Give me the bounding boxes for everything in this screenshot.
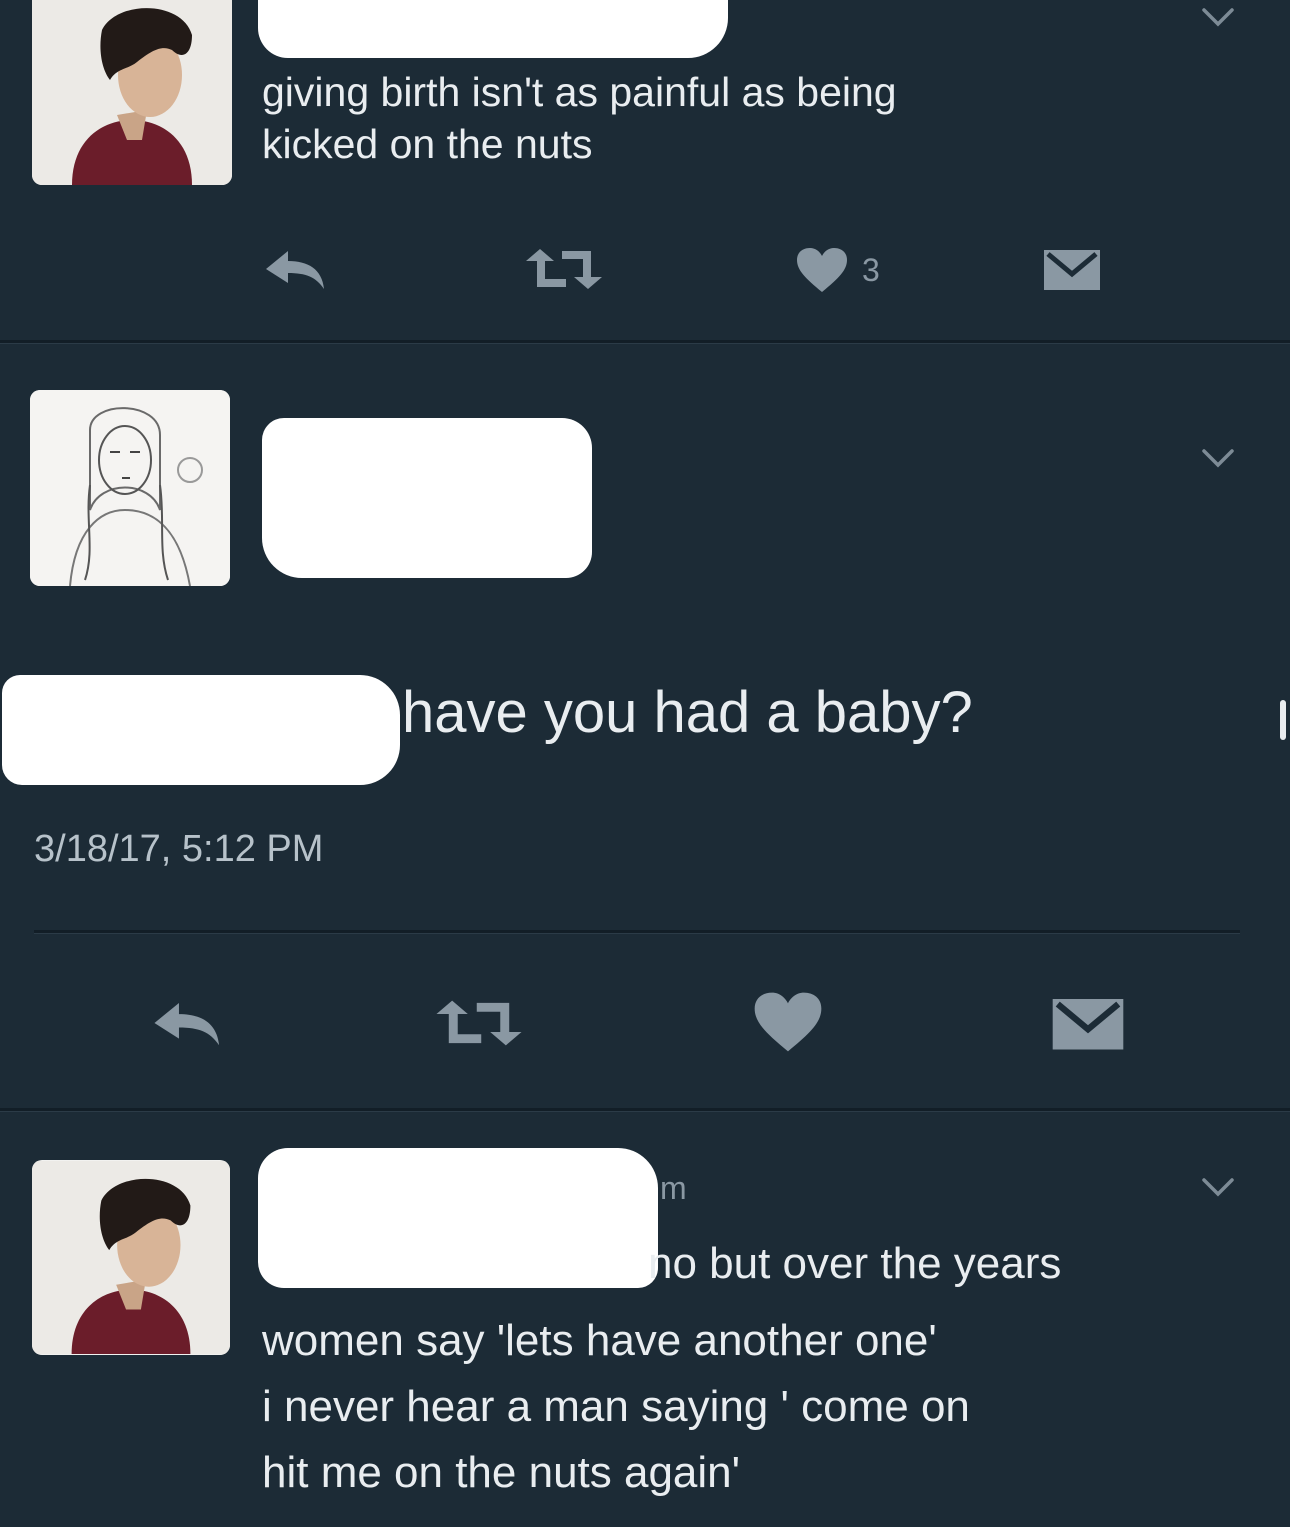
tweet-3-line-1: no but over the years (648, 1239, 1062, 1288)
dm-button-2[interactable] (1050, 994, 1126, 1052)
divider-3 (0, 1108, 1290, 1112)
heart-icon (797, 248, 847, 292)
retweet-button-1[interactable] (522, 245, 606, 293)
chevron-down-icon[interactable] (1198, 1172, 1238, 1202)
redacted-name-3 (258, 1148, 658, 1288)
envelope-icon (1044, 250, 1100, 290)
retweet-icon (436, 1000, 522, 1046)
redacted-name-1 (258, 0, 728, 58)
heart-icon (754, 992, 822, 1052)
partial-handle: m (660, 1170, 687, 1206)
divider-1 (0, 340, 1290, 344)
reply-button-1[interactable] (262, 245, 332, 293)
avatar-user-2[interactable] (30, 390, 230, 586)
retweet-icon (526, 249, 602, 289)
envelope-icon (1052, 999, 1124, 1050)
reply-icon (266, 251, 324, 289)
tweet-2-timestamp: 3/18/17, 5:12 PM (34, 828, 324, 870)
tweet-1-line-1: giving birth isn't as painful as being (262, 69, 897, 115)
reply-icon (154, 1002, 220, 1046)
like-button-2[interactable] (752, 990, 824, 1054)
like-button-1[interactable] (795, 246, 849, 294)
reply-button-2[interactable] (150, 996, 228, 1050)
chevron-down-icon[interactable] (1198, 443, 1238, 473)
retweet-button-2[interactable] (432, 996, 526, 1050)
tweet-3-line-4: hit me on the nuts again' (262, 1448, 741, 1497)
redacted-name-2 (262, 418, 592, 578)
avatar-user-1[interactable] (32, 1160, 230, 1355)
cropped-mark (1280, 700, 1286, 740)
tweet-1-text: giving birth isn't as painful as being k… (262, 66, 1252, 171)
tweet-3-line-3: i never hear a man saying ' come on (262, 1382, 970, 1431)
tweet-3-text-rest: women say 'lets have another one' i neve… (262, 1308, 1262, 1506)
like-count-1: 3 (862, 252, 880, 288)
tweet-2-text: have you had a baby? (402, 680, 973, 745)
redacted-mention (2, 675, 400, 785)
divider-2 (34, 930, 1240, 934)
tweet-3-line-2: women say 'lets have another one' (262, 1316, 937, 1365)
dm-button-1[interactable] (1042, 246, 1102, 292)
avatar-user-1[interactable] (32, 0, 232, 185)
tweet-1-line-2: kicked on the nuts (262, 121, 593, 168)
chevron-down-icon[interactable] (1198, 2, 1238, 32)
